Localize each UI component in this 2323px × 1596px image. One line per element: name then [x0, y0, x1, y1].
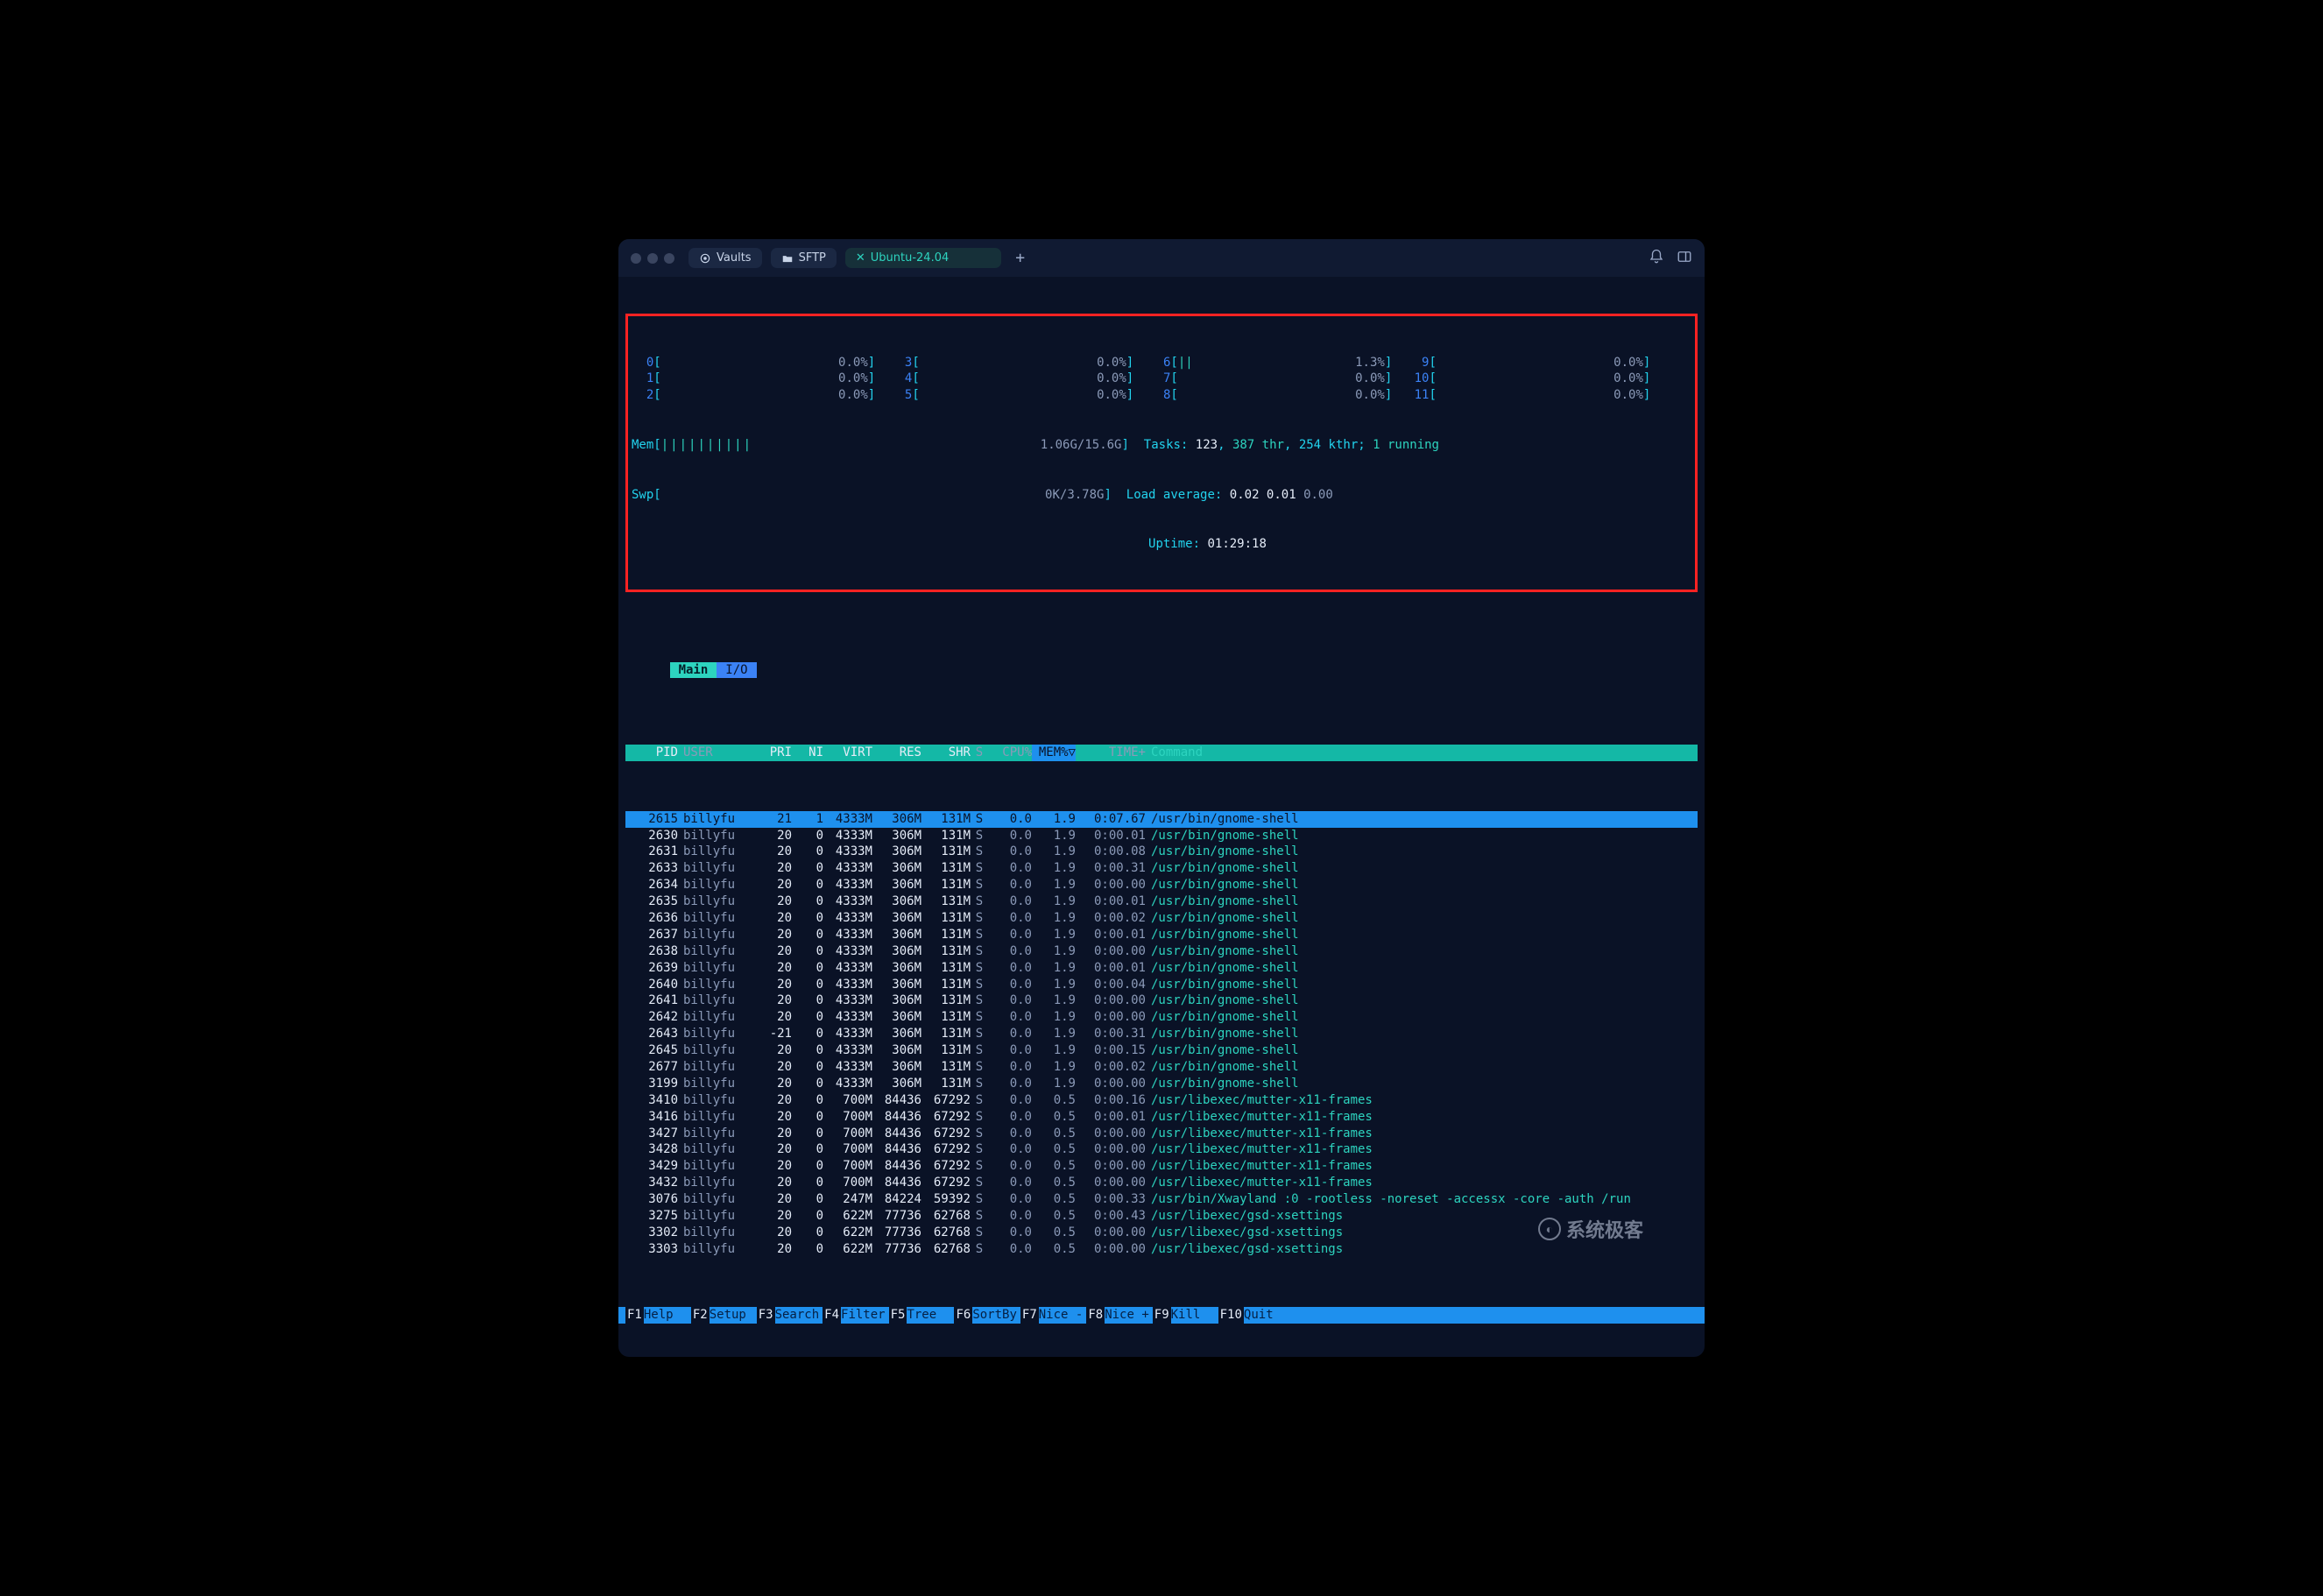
process-list[interactable]: 2615billyfu2114333M306M131MS0.01.90:07.6…: [625, 811, 1698, 1258]
zoom-dot[interactable]: [664, 253, 674, 264]
fn-f3[interactable]: F3Search: [757, 1307, 823, 1324]
cpu-meter-row: 1[ 0.0%] 4[ 0.0%] 7[ 0.0%] 10[ 0.0%]: [632, 371, 1691, 387]
hdr-pri[interactable]: PRI: [757, 745, 792, 761]
fn-f6[interactable]: F6SortBy: [954, 1307, 1020, 1324]
process-row[interactable]: 3416billyfu200700M8443667292S0.00.50:00.…: [625, 1109, 1698, 1126]
tab-ubuntu[interactable]: ✕ Ubuntu-24.04: [845, 248, 1001, 268]
sftp-label: SFTP: [799, 251, 826, 265]
fn-f8[interactable]: F8Nice +: [1086, 1307, 1152, 1324]
process-row[interactable]: 2636billyfu2004333M306M131MS0.01.90:00.0…: [625, 910, 1698, 927]
shield-icon: [699, 252, 711, 265]
hdr-user[interactable]: USER: [678, 745, 757, 761]
close-icon[interactable]: ✕: [856, 251, 865, 265]
tab-label: Ubuntu-24.04: [871, 251, 950, 265]
hdr-pid[interactable]: PID: [625, 745, 678, 761]
fn-f5[interactable]: F5Tree: [889, 1307, 955, 1324]
bell-icon[interactable]: [1649, 249, 1664, 268]
hdr-s[interactable]: S: [971, 745, 988, 761]
process-row[interactable]: 2638billyfu2004333M306M131MS0.01.90:00.0…: [625, 943, 1698, 960]
traffic-lights: [631, 253, 674, 264]
process-row[interactable]: 3275billyfu200622M7773662768S0.00.50:00.…: [625, 1208, 1698, 1225]
process-row[interactable]: 3427billyfu200700M8443667292S0.00.50:00.…: [625, 1126, 1698, 1142]
close-dot[interactable]: [631, 253, 641, 264]
process-row[interactable]: 3076billyfu200247M8422459392S0.00.50:00.…: [625, 1191, 1698, 1208]
terminal-content: 0[ 0.0%] 3[ 0.0%] 6[|| 1.3%] 9[ 0.0%] 1[…: [618, 277, 1705, 1357]
process-row[interactable]: 2643billyfu-2104333M306M131MS0.01.90:00.…: [625, 1026, 1698, 1042]
cpu-meter-row: 0[ 0.0%] 3[ 0.0%] 6[|| 1.3%] 9[ 0.0%]: [632, 355, 1691, 371]
fn-f10[interactable]: F10Quit: [1218, 1307, 1291, 1324]
hdr-mem[interactable]: MEM%▽: [1032, 745, 1076, 761]
new-tab-button[interactable]: +: [1015, 249, 1025, 267]
highlighted-meters: 0[ 0.0%] 3[ 0.0%] 6[|| 1.3%] 9[ 0.0%] 1[…: [625, 314, 1698, 592]
tab-main[interactable]: Main: [670, 662, 717, 679]
process-row[interactable]: 3428billyfu200700M8443667292S0.00.50:00.…: [625, 1141, 1698, 1158]
tab-io[interactable]: I/O: [717, 662, 756, 679]
folder-icon: [781, 252, 794, 265]
swp-meter: Swp[ 0K/3.78G] Load average: 0.02 0.01 0…: [632, 487, 1691, 504]
process-row[interactable]: 3429billyfu200700M8443667292S0.00.50:00.…: [625, 1158, 1698, 1175]
fn-f4[interactable]: F4Filter: [823, 1307, 888, 1324]
process-row[interactable]: 2640billyfu2004333M306M131MS0.01.90:00.0…: [625, 977, 1698, 993]
vaults-button[interactable]: Vaults: [688, 248, 762, 268]
hdr-cmd[interactable]: Command: [1146, 745, 1698, 761]
view-tabs: MainI/O: [625, 646, 1698, 696]
cpu-meter-row: 2[ 0.0%] 5[ 0.0%] 8[ 0.0%] 11[ 0.0%]: [632, 387, 1691, 404]
panel-icon[interactable]: [1677, 249, 1692, 268]
process-row[interactable]: 3302billyfu200622M7773662768S0.00.50:00.…: [625, 1225, 1698, 1241]
process-row[interactable]: 3410billyfu200700M8443667292S0.00.50:00.…: [625, 1092, 1698, 1109]
fn-f7[interactable]: F7Nice -: [1020, 1307, 1086, 1324]
minimize-dot[interactable]: [647, 253, 658, 264]
sftp-button[interactable]: SFTP: [771, 248, 837, 268]
process-row[interactable]: 3303billyfu200622M7773662768S0.00.50:00.…: [625, 1241, 1698, 1258]
process-row[interactable]: 2677billyfu2004333M306M131MS0.01.90:00.0…: [625, 1059, 1698, 1076]
uptime: Uptime: 01:29:18: [632, 536, 1691, 553]
vaults-label: Vaults: [717, 251, 752, 265]
process-row[interactable]: 3432billyfu200700M8443667292S0.00.50:00.…: [625, 1175, 1698, 1191]
process-row[interactable]: 2637billyfu2004333M306M131MS0.01.90:00.0…: [625, 927, 1698, 943]
terminal-window: Vaults SFTP ✕ Ubuntu-24.04 + 0[ 0.0%] 3[: [618, 239, 1705, 1357]
process-row[interactable]: 3199billyfu2004333M306M131MS0.01.90:00.0…: [625, 1076, 1698, 1092]
process-row[interactable]: 2641billyfu2004333M306M131MS0.01.90:00.0…: [625, 992, 1698, 1009]
process-row[interactable]: 2631billyfu2004333M306M131MS0.01.90:00.0…: [625, 844, 1698, 860]
fn-f1[interactable]: F1Help: [625, 1307, 691, 1324]
process-row[interactable]: 2630billyfu2004333M306M131MS0.01.90:00.0…: [625, 828, 1698, 844]
process-row[interactable]: 2633billyfu2004333M306M131MS0.01.90:00.3…: [625, 860, 1698, 877]
process-row[interactable]: 2634billyfu2004333M306M131MS0.01.90:00.0…: [625, 877, 1698, 893]
process-row[interactable]: 2642billyfu2004333M306M131MS0.01.90:00.0…: [625, 1009, 1698, 1026]
mem-meter: Mem[|||||||||| 1.06G/15.6G] Tasks: 123, …: [632, 437, 1691, 454]
process-row[interactable]: 2635billyfu2004333M306M131MS0.01.90:00.0…: [625, 893, 1698, 910]
hdr-time[interactable]: TIME+: [1076, 745, 1146, 761]
process-row[interactable]: 2615billyfu2114333M306M131MS0.01.90:07.6…: [625, 811, 1698, 828]
fn-f2[interactable]: F2Setup: [691, 1307, 757, 1324]
titlebar: Vaults SFTP ✕ Ubuntu-24.04 +: [618, 239, 1705, 277]
process-header[interactable]: PID USER PRI NI VIRT RES SHR S CPU% MEM%…: [625, 745, 1698, 761]
fn-f9[interactable]: F9Kill: [1153, 1307, 1218, 1324]
hdr-ni[interactable]: NI: [792, 745, 823, 761]
hdr-res[interactable]: RES: [872, 745, 921, 761]
function-bar: F1HelpF2SetupF3SearchF4FilterF5TreeF6Sor…: [618, 1307, 1705, 1324]
hdr-virt[interactable]: VIRT: [823, 745, 872, 761]
process-row[interactable]: 2645billyfu2004333M306M131MS0.01.90:00.1…: [625, 1042, 1698, 1059]
hdr-shr[interactable]: SHR: [921, 745, 971, 761]
hdr-cpu[interactable]: CPU%: [988, 745, 1032, 761]
process-row[interactable]: 2639billyfu2004333M306M131MS0.01.90:00.0…: [625, 960, 1698, 977]
